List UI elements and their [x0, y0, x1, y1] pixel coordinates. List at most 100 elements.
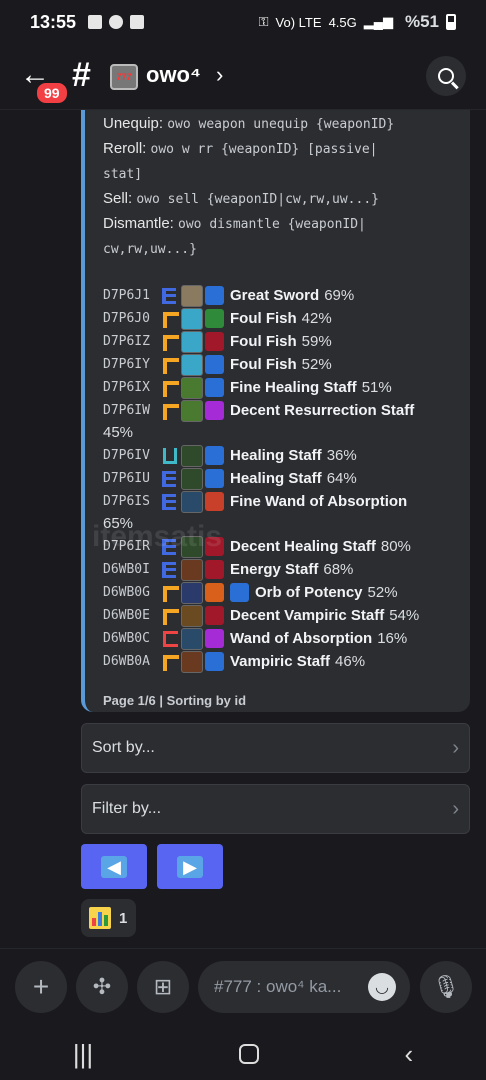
apps-button[interactable]: ✣ — [76, 961, 128, 1013]
weapon-name: Wand of Absorption — [230, 630, 373, 647]
filter-select[interactable]: Filter by... › — [81, 784, 470, 834]
rarity-icon — [161, 447, 179, 465]
rarity-icon — [161, 607, 179, 625]
weapon-icon — [181, 307, 203, 330]
rarity-icon — [161, 310, 179, 328]
gift-icon: ⊞ — [153, 974, 173, 999]
weapon-id: D7P6J0 — [103, 311, 150, 326]
home-icon[interactable] — [238, 1044, 259, 1064]
rarity-icon — [161, 402, 179, 420]
weapon-icon — [181, 444, 203, 467]
gift-button[interactable]: ⊞ — [137, 961, 189, 1013]
command-code: cw,rw,uw...} — [103, 242, 197, 257]
right-arrow-icon: ▶ — [177, 855, 203, 878]
passive-icon — [205, 378, 224, 397]
weapon-icon — [181, 650, 203, 673]
back-icon[interactable]: ‹ — [404, 1039, 413, 1070]
weapon-id: D7P6IU — [103, 471, 150, 486]
weapon-row: D7P6IZ Foul Fish 59% — [103, 330, 452, 353]
weapon-row: D6WB0A Vampiric Staff 46% — [103, 650, 452, 673]
weapon-row: D7P6IS Fine Wand of Absorption — [103, 490, 452, 513]
weapon-row: D6WB0E Decent Vampiric Staff 54% — [103, 604, 452, 627]
passive-icon — [205, 583, 224, 602]
weapon-quality: 68% — [323, 561, 354, 578]
weapon-name: Decent Resurrection Staff — [230, 402, 415, 419]
weapon-quality: 59% — [301, 333, 332, 350]
weapon-quality: 69% — [324, 287, 355, 304]
check-icon — [130, 15, 145, 29]
weapon-row: D6WB0C Wand of Absorption 16% — [103, 627, 452, 650]
command-label: Reroll: — [103, 140, 147, 157]
weapon-id: D6WB0G — [103, 585, 150, 600]
rarity-icon — [161, 470, 179, 488]
command-row: Sell: owo sell {weaponID|cw,rw,uw...} — [103, 187, 452, 212]
reaction-chart[interactable]: 1 — [81, 899, 136, 937]
weapon-icon — [181, 376, 203, 399]
key-icon: ⚿ — [258, 14, 269, 29]
battery-icon — [446, 14, 456, 30]
prev-page-button[interactable]: ◀ — [81, 844, 147, 889]
weapon-name: Foul Fish — [230, 333, 297, 350]
rarity-icon — [161, 356, 179, 374]
weapon-quality: 80% — [380, 538, 411, 555]
message-input[interactable]: #777 : owo⁴ ka... — [198, 961, 410, 1013]
weapon-icon — [181, 399, 203, 422]
weapon-quality: 54% — [389, 607, 420, 624]
passive-icon — [205, 652, 224, 671]
passive-icon — [205, 537, 224, 556]
plus-icon: + — [32, 971, 50, 1002]
rarity-icon — [161, 493, 179, 511]
passive-icon — [205, 401, 224, 420]
gallery-icon — [88, 15, 103, 29]
rarity-icon — [161, 538, 179, 556]
voice-button[interactable]: 🎙 — [420, 961, 472, 1013]
weapon-row: D7P6IW Decent Resurrection Staff — [103, 399, 452, 422]
passive-icon — [205, 355, 224, 374]
weapon-id: D7P6IR — [103, 539, 150, 554]
weapon-icon — [181, 284, 203, 307]
weapon-name: Vampiric Staff — [230, 653, 331, 670]
passive-icon — [205, 286, 224, 305]
sort-select-label: Sort by... — [92, 739, 155, 756]
weapon-id: D6WB0I — [103, 562, 150, 577]
clock: 13:55 — [30, 11, 77, 32]
weapon-icon — [181, 581, 203, 604]
emoji-icon[interactable] — [368, 973, 396, 1001]
command-list: Unequip: owo weapon unequip {weaponID} Re… — [103, 110, 452, 262]
weapon-row: D7P6J0 Foul Fish 42% — [103, 307, 452, 330]
weapon-name: Fine Healing Staff — [230, 379, 357, 396]
weapon-row: D6WB0G Orb of Potency 52% — [103, 581, 452, 604]
weapon-row: D7P6IU Healing Staff 64% — [103, 467, 452, 490]
weapon-quality: 52% — [367, 584, 398, 601]
weapon-row: D7P6IV Healing Staff 36% — [103, 444, 452, 467]
sort-select[interactable]: Sort by... › — [81, 723, 470, 773]
command-row: Reroll: owo w rr {weaponID} [passive| — [103, 137, 452, 162]
chevron-right-icon[interactable]: › — [216, 62, 223, 88]
add-button[interactable]: + — [15, 961, 67, 1013]
channel-name[interactable]: owo⁴ — [146, 62, 201, 88]
weapon-id: D7P6IW — [103, 403, 150, 418]
recents-icon[interactable]: ||| — [73, 1039, 93, 1070]
passive-icon — [205, 492, 224, 511]
apps-icon: ✣ — [92, 974, 112, 999]
chrome-icon — [109, 15, 124, 29]
command-label: Sell: — [103, 190, 133, 207]
weapon-name: Decent Vampiric Staff — [230, 607, 385, 624]
weapon-icon — [181, 467, 203, 490]
embed-footer: Page 1/6 | Sorting by id — [103, 693, 247, 708]
search-button[interactable] — [426, 56, 466, 96]
passive-icon — [205, 629, 224, 648]
left-arrow-icon: ◀ — [101, 855, 127, 878]
rarity-icon — [161, 379, 179, 397]
weapon-row: D7P6J1 Great Sword 69% — [103, 284, 452, 307]
weapon-name: Foul Fish — [230, 310, 297, 327]
command-code: owo w rr {weaponID} [passive| — [150, 142, 378, 157]
rarity-icon — [161, 584, 179, 602]
volte-text: Vo) LTE — [275, 14, 322, 30]
network-text: 4.5G — [328, 14, 357, 30]
weapon-id: D7P6IS — [103, 494, 150, 509]
weapon-row: D6WB0I Energy Staff 68% — [103, 558, 452, 581]
command-code: owo dismantle {weaponID| — [178, 217, 366, 232]
next-page-button[interactable]: ▶ — [157, 844, 223, 889]
command-code: owo sell {weaponID|cw,rw,uw...} — [136, 192, 379, 207]
